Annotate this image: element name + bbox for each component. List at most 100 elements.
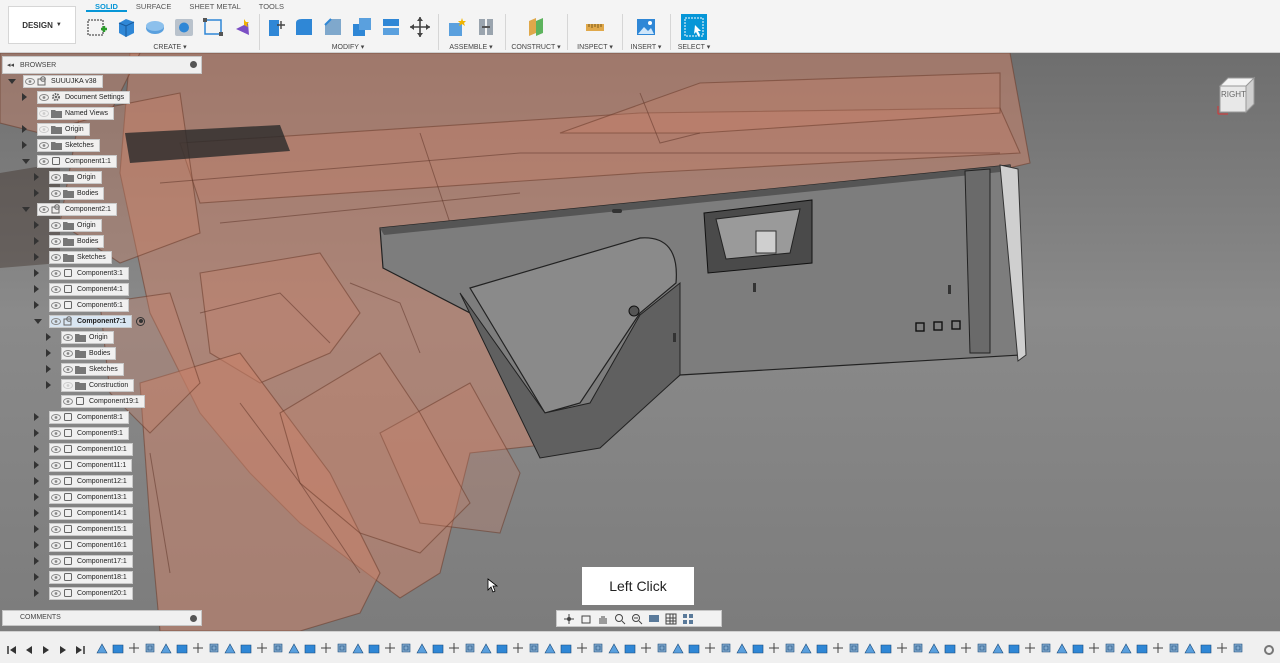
browser-node[interactable]: Component8:1 xyxy=(34,410,129,424)
revolve-icon[interactable] xyxy=(142,14,168,40)
expand-arrow-icon[interactable] xyxy=(22,93,27,101)
browser-node[interactable]: Component16:1 xyxy=(34,538,133,552)
eye-icon[interactable] xyxy=(50,427,62,440)
timeline-feature-icon[interactable] xyxy=(272,642,284,655)
timeline-feature-icon[interactable] xyxy=(384,642,396,655)
comments-panel[interactable]: COMMENTS xyxy=(2,610,202,626)
browser-node[interactable]: Component17:1 xyxy=(34,554,133,568)
eye-icon[interactable] xyxy=(50,459,62,472)
timeline-feature-icon[interactable] xyxy=(496,642,508,655)
timeline-feature-icon[interactable] xyxy=(640,642,652,655)
workspace-switcher[interactable]: DESIGN ▼ xyxy=(8,6,76,44)
browser-node[interactable]: Component2:1 xyxy=(22,202,117,216)
timeline-feature-icon[interactable] xyxy=(720,642,732,655)
browser-node[interactable]: Component1:1 xyxy=(22,154,117,168)
timeline-feature-icon[interactable] xyxy=(1120,642,1132,655)
eye-icon[interactable] xyxy=(38,203,50,216)
expand-arrow-icon[interactable] xyxy=(34,557,39,565)
timeline-feature-icon[interactable] xyxy=(768,642,780,655)
timeline-feature-icon[interactable] xyxy=(624,642,636,655)
timeline-feature-icon[interactable] xyxy=(848,642,860,655)
timeline-feature-icon[interactable] xyxy=(1040,642,1052,655)
eye-icon[interactable] xyxy=(38,123,50,136)
eye-icon[interactable] xyxy=(38,91,50,104)
split-body-icon[interactable] xyxy=(378,14,404,40)
eye-icon[interactable] xyxy=(38,155,50,168)
timeline-feature-icon[interactable] xyxy=(944,642,956,655)
expand-arrow-icon[interactable] xyxy=(34,429,39,437)
combine-icon[interactable] xyxy=(349,14,375,40)
expand-arrow-icon[interactable] xyxy=(22,207,30,212)
browser-node[interactable]: Component3:1 xyxy=(34,266,129,280)
timeline-settings-icon[interactable] xyxy=(1264,645,1274,655)
expand-arrow-icon[interactable] xyxy=(34,573,39,581)
timeline-feature-icon[interactable] xyxy=(672,642,684,655)
insert-image-icon[interactable] xyxy=(633,14,659,40)
inspect-menu[interactable]: INSPECT ▾ xyxy=(570,43,620,51)
timeline-feature-icon[interactable] xyxy=(224,642,236,655)
timeline-feature-icon[interactable] xyxy=(688,642,700,655)
play-icon[interactable] xyxy=(40,644,51,655)
timeline-feature-icon[interactable] xyxy=(256,642,268,655)
modify-menu[interactable]: MODIFY ▾ xyxy=(262,43,434,51)
browser-node[interactable]: Component14:1 xyxy=(34,506,133,520)
browser-node[interactable]: Component4:1 xyxy=(34,282,129,296)
browser-node[interactable]: Named Views xyxy=(22,106,115,120)
expand-arrow-icon[interactable] xyxy=(34,221,39,229)
hole-icon[interactable] xyxy=(171,14,197,40)
expand-arrow-icon[interactable] xyxy=(34,509,39,517)
expand-arrow-icon[interactable] xyxy=(22,141,27,149)
timeline-feature-icon[interactable] xyxy=(976,642,988,655)
timeline-feature-icon[interactable] xyxy=(1088,642,1100,655)
expand-arrow-icon[interactable] xyxy=(46,349,51,357)
expand-arrow-icon[interactable] xyxy=(34,445,39,453)
timeline-feature-icon[interactable] xyxy=(240,642,252,655)
browser-node[interactable]: Component9:1 xyxy=(34,426,129,440)
extrude-box-icon[interactable] xyxy=(113,14,139,40)
pan-icon[interactable] xyxy=(595,612,610,625)
step-forward-icon[interactable] xyxy=(57,644,68,655)
timeline-feature-icon[interactable] xyxy=(128,642,140,655)
eye-icon[interactable] xyxy=(62,379,74,392)
timeline-feature-icon[interactable] xyxy=(832,642,844,655)
go-to-start-icon[interactable] xyxy=(6,644,17,655)
create-sketch-icon[interactable] xyxy=(84,14,110,40)
timeline-feature-icon[interactable] xyxy=(1024,642,1036,655)
fillet-icon[interactable] xyxy=(291,14,317,40)
eye-icon[interactable] xyxy=(50,587,62,600)
expand-arrow-icon[interactable] xyxy=(34,589,39,597)
eye-icon[interactable] xyxy=(50,571,62,584)
timeline-feature-icon[interactable] xyxy=(368,642,380,655)
eye-icon[interactable] xyxy=(62,395,74,408)
new-component-icon[interactable] xyxy=(444,14,470,40)
activate-radio-icon[interactable] xyxy=(136,316,145,326)
tab-surface[interactable]: SURFACE xyxy=(127,1,180,12)
timeline-feature-icon[interactable] xyxy=(352,642,364,655)
expand-arrow-icon[interactable] xyxy=(34,493,39,501)
timeline-feature-icon[interactable] xyxy=(1200,642,1212,655)
timeline-feature-icon[interactable] xyxy=(96,642,108,655)
expand-arrow-icon[interactable] xyxy=(34,301,39,309)
expand-arrow-icon[interactable] xyxy=(34,189,39,197)
expand-arrow-icon[interactable] xyxy=(34,269,39,277)
timeline-feature-icon[interactable] xyxy=(960,642,972,655)
timeline-feature-icon[interactable] xyxy=(608,642,620,655)
expand-arrow-icon[interactable] xyxy=(34,461,39,469)
expand-arrow-icon[interactable] xyxy=(22,159,30,164)
eye-icon[interactable] xyxy=(50,283,62,296)
timeline-feature-icon[interactable] xyxy=(192,642,204,655)
expand-arrow-icon[interactable] xyxy=(34,477,39,485)
insert-menu[interactable]: INSERT ▾ xyxy=(624,43,668,51)
select-cursor-icon[interactable] xyxy=(681,14,707,40)
expand-arrow-icon[interactable] xyxy=(46,365,51,373)
collapse-icon[interactable]: ◂◂ xyxy=(7,61,14,69)
zoom-icon[interactable] xyxy=(612,612,627,625)
browser-node[interactable]: Bodies xyxy=(34,234,105,248)
timeline-feature-icon[interactable] xyxy=(528,642,540,655)
expand-arrow-icon[interactable] xyxy=(22,125,27,133)
timeline-feature-icon[interactable] xyxy=(544,642,556,655)
assemble-menu[interactable]: ASSEMBLE ▾ xyxy=(440,43,502,51)
timeline-feature-icon[interactable] xyxy=(1216,642,1228,655)
eye-icon[interactable] xyxy=(62,363,74,376)
timeline-feature-icon[interactable] xyxy=(992,642,1004,655)
